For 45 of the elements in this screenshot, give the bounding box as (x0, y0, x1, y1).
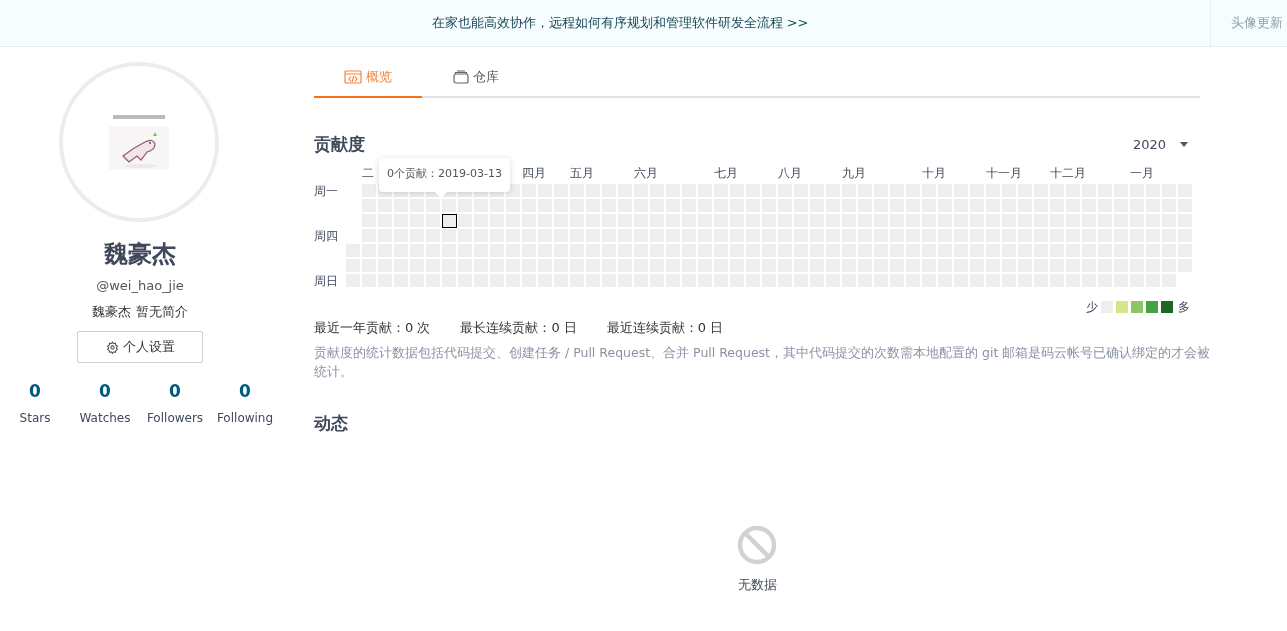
stat-label[interactable]: Following (216, 408, 274, 427)
weekday-label: 周日 (314, 273, 339, 289)
month-label: 二 (362, 165, 374, 180)
section-title: 贡献度 (314, 133, 365, 156)
month-label: 十二月 (1050, 165, 1086, 180)
announcement-link[interactable]: 在家也能高效协作，远程如何有序规划和管理软件研发全流程 >> (431, 13, 809, 33)
caret-icon (1180, 142, 1188, 148)
user-bio: 魏豪杰 暂无简介 (92, 302, 188, 321)
user-name: 魏豪杰 (104, 239, 176, 270)
contribution-stat: 最长连续贡献：0 日 (460, 318, 577, 337)
legend-label: 多 (1178, 298, 1190, 316)
tooltip: 0个贡献：2019-03-13 (379, 157, 510, 192)
month-label: 十月 (922, 165, 946, 180)
tooltip-pointer (435, 191, 447, 198)
month-label: 八月 (778, 165, 802, 180)
no-data-icon (737, 524, 777, 565)
year-dropdown[interactable]: 2020 (1132, 135, 1200, 155)
month-label: 十一月 (986, 165, 1022, 180)
stat-label[interactable]: Watches (79, 408, 131, 427)
stat-label[interactable]: Stars (19, 408, 51, 427)
code-icon (344, 69, 362, 84)
legend-label: 少 (1086, 298, 1098, 316)
stat-count[interactable]: 0 (29, 379, 41, 405)
contribution-stat: 最近连续贡献：0 日 (606, 318, 724, 337)
stat-count[interactable]: 0 (99, 379, 111, 405)
contribution-stat: 最近一年贡献：0 次 (314, 318, 431, 337)
settings-icon (105, 340, 119, 354)
month-label: 六月 (634, 165, 658, 180)
month-label: 五月 (570, 165, 594, 180)
month-label: 九月 (842, 165, 866, 180)
stat-count[interactable]: 0 (169, 379, 181, 405)
month-label: 四月 (522, 165, 546, 180)
weekday-label: 周一 (314, 183, 339, 199)
weekday-label: 周四 (314, 228, 339, 244)
box-icon (453, 69, 469, 84)
empty-state-text: 无数据 (737, 575, 777, 594)
contribution-note: 贡献度的统计数据包括代码提交、创建任务 / Pull Request、合并 Pull Request，其中代码提交的次数需本地配置的 git 邮箱是码云帐号已确认绑定的才会被统计。 (314, 344, 1212, 381)
stat-count[interactable]: 0 (239, 379, 251, 405)
stat-label[interactable]: Followers (146, 408, 204, 427)
user-handle: @wei_hao_jie (96, 277, 184, 295)
month-label: 一月 (1130, 165, 1154, 180)
section-title: 动态 (314, 412, 349, 435)
settings-button[interactable]: 个人设置 (77, 331, 203, 363)
month-label: 七月 (714, 165, 738, 180)
tab[interactable]: 仓库 (422, 57, 530, 98)
